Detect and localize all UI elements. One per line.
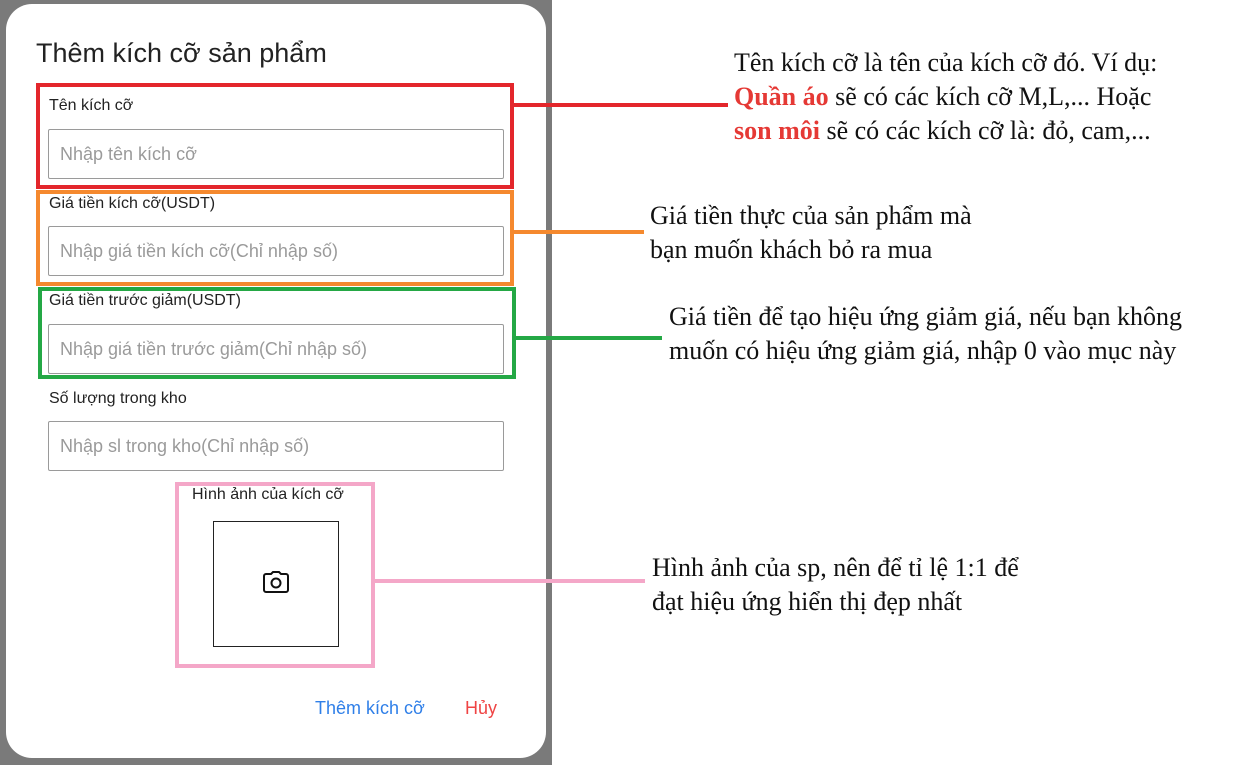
size-price-note-line1: Giá tiền thực của sản phẩm mà (650, 201, 972, 230)
original-price-note-line1: Giá tiền để tạo hiệu ứng giảm giá, nếu b… (669, 302, 1183, 331)
size-name-highlight-frame (36, 83, 514, 189)
original-price-note-line2: muốn có hiệu ứng giảm giá, nhập 0 vào mụ… (669, 336, 1177, 365)
example-lipstick-rest: sẽ có các kích cỡ là: đỏ, cam,... (819, 116, 1151, 145)
size-price-highlight-frame (36, 190, 514, 286)
image-connector (375, 579, 645, 583)
original-price-connector (516, 336, 662, 340)
image-note-line2: đạt hiệu ứng hiển thị đẹp nhất (652, 587, 963, 616)
cancel-button[interactable]: Hủy (465, 698, 497, 719)
example-clothes: Quần áo (734, 82, 829, 111)
size-name-connector (514, 103, 728, 107)
image-highlight-frame (175, 482, 375, 668)
size-name-note: Tên kích cỡ là tên của kích cỡ đó. Ví dụ… (734, 46, 1157, 148)
size-price-note-line2: bạn muốn khách bỏ ra mua (650, 235, 933, 264)
image-note-line1: Hình ảnh của sp, nên để tỉ lệ 1:1 để (652, 553, 1019, 582)
size-price-note: Giá tiền thực của sản phẩm mà bạn muốn k… (650, 199, 972, 267)
original-price-highlight-frame (38, 287, 516, 379)
add-size-button[interactable]: Thêm kích cỡ (315, 698, 425, 719)
example-lipstick: son môi (734, 116, 820, 145)
dialog-title: Thêm kích cỡ sản phẩm (36, 38, 327, 68)
image-note: Hình ảnh của sp, nên để tỉ lệ 1:1 để đạt… (652, 551, 1019, 619)
example-clothes-rest: sẽ có các kích cỡ M,L,... Hoặc (828, 82, 1152, 111)
stock-quantity-input[interactable] (48, 421, 504, 471)
size-price-connector (514, 230, 644, 234)
size-name-note-line1: Tên kích cỡ là tên của kích cỡ đó. Ví dụ… (734, 48, 1158, 77)
original-price-note: Giá tiền để tạo hiệu ứng giảm giá, nếu b… (669, 300, 1182, 368)
size-name-note-line3: son môi sẽ có các kích cỡ là: đỏ, cam,..… (734, 114, 1157, 148)
size-name-note-line2: Quần áo sẽ có các kích cỡ M,L,... Hoặc (734, 80, 1157, 114)
stock-quantity-label: Số lượng trong kho (49, 390, 187, 407)
